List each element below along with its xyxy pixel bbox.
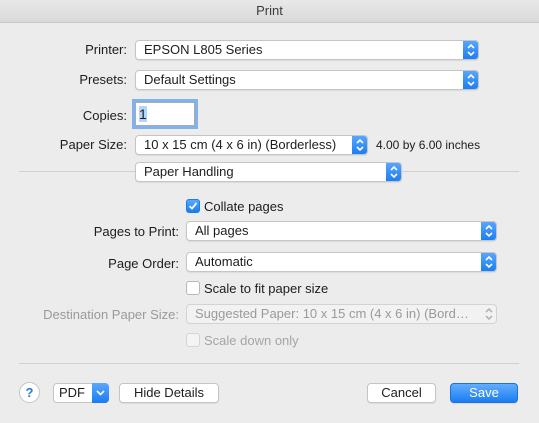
popup-arrows-icon [463, 71, 478, 89]
cancel-button[interactable]: Cancel [367, 383, 436, 403]
page-order-popup[interactable]: Automatic [186, 252, 497, 272]
separator [19, 363, 519, 364]
destination-paper-size-value: Suggested Paper: 10 x 15 cm (4 x 6 in) (… [195, 306, 481, 321]
collate-label: Collate pages [204, 199, 284, 214]
presets-value: Default Settings [144, 72, 236, 87]
popup-arrows-icon [463, 41, 478, 59]
scale-to-fit-label: Scale to fit paper size [204, 281, 329, 296]
page-order-label: Page Order: [108, 256, 179, 271]
paper-dimensions: 4.00 by 6.00 inches [376, 138, 481, 152]
pdf-label: PDF [59, 385, 85, 400]
scale-to-fit-checkbox[interactable] [186, 281, 200, 295]
help-button[interactable]: ? [19, 382, 40, 403]
pdf-menu-button[interactable]: PDF [53, 383, 109, 403]
paper-size-popup[interactable]: 10 x 15 cm (4 x 6 in) (Borderless) [135, 135, 368, 155]
paper-size-label: Paper Size: [59, 137, 127, 152]
printer-popup[interactable]: EPSON L805 Series [135, 40, 479, 60]
window-title: Print [0, 0, 539, 23]
save-button[interactable]: Save [450, 383, 518, 403]
popup-arrows-icon [481, 222, 496, 240]
printer-label: Printer: [85, 42, 127, 57]
destination-paper-size-popup[interactable]: Suggested Paper: 10 x 15 cm (4 x 6 in) (… [186, 304, 497, 324]
pages-to-print-value: All pages [195, 223, 249, 238]
presets-label: Presets: [79, 72, 127, 87]
destination-paper-size-label: Destination Paper Size: [43, 307, 179, 322]
popup-arrows-icon [352, 136, 367, 154]
scale-down-checkbox[interactable] [186, 333, 200, 347]
paper-size-value: 10 x 15 cm (4 x 6 in) (Borderless) [144, 137, 337, 152]
hide-details-button[interactable]: Hide Details [119, 383, 219, 403]
scale-down-label: Scale down only [204, 333, 299, 348]
printer-value: EPSON L805 Series [144, 42, 263, 57]
print-dialog: Print Printer: EPSON L805 Series Presets… [0, 0, 539, 423]
section-value: Paper Handling [144, 164, 234, 179]
copies-label: Copies: [82, 108, 127, 123]
page-order-value: Automatic [195, 254, 253, 269]
popup-arrows-icon [481, 305, 496, 323]
copies-field[interactable]: 1 [135, 102, 195, 126]
pages-to-print-popup[interactable]: All pages [186, 221, 497, 241]
popup-arrows-icon [386, 163, 401, 181]
pages-to-print-label: Pages to Print: [93, 224, 179, 239]
collate-checkbox[interactable] [186, 199, 200, 213]
chevron-down-icon [92, 383, 109, 403]
popup-arrows-icon [481, 253, 496, 271]
presets-popup[interactable]: Default Settings [135, 70, 479, 90]
section-popup[interactable]: Paper Handling [135, 162, 402, 182]
copies-value: 1 [139, 106, 147, 122]
checkmark-icon [188, 202, 198, 210]
